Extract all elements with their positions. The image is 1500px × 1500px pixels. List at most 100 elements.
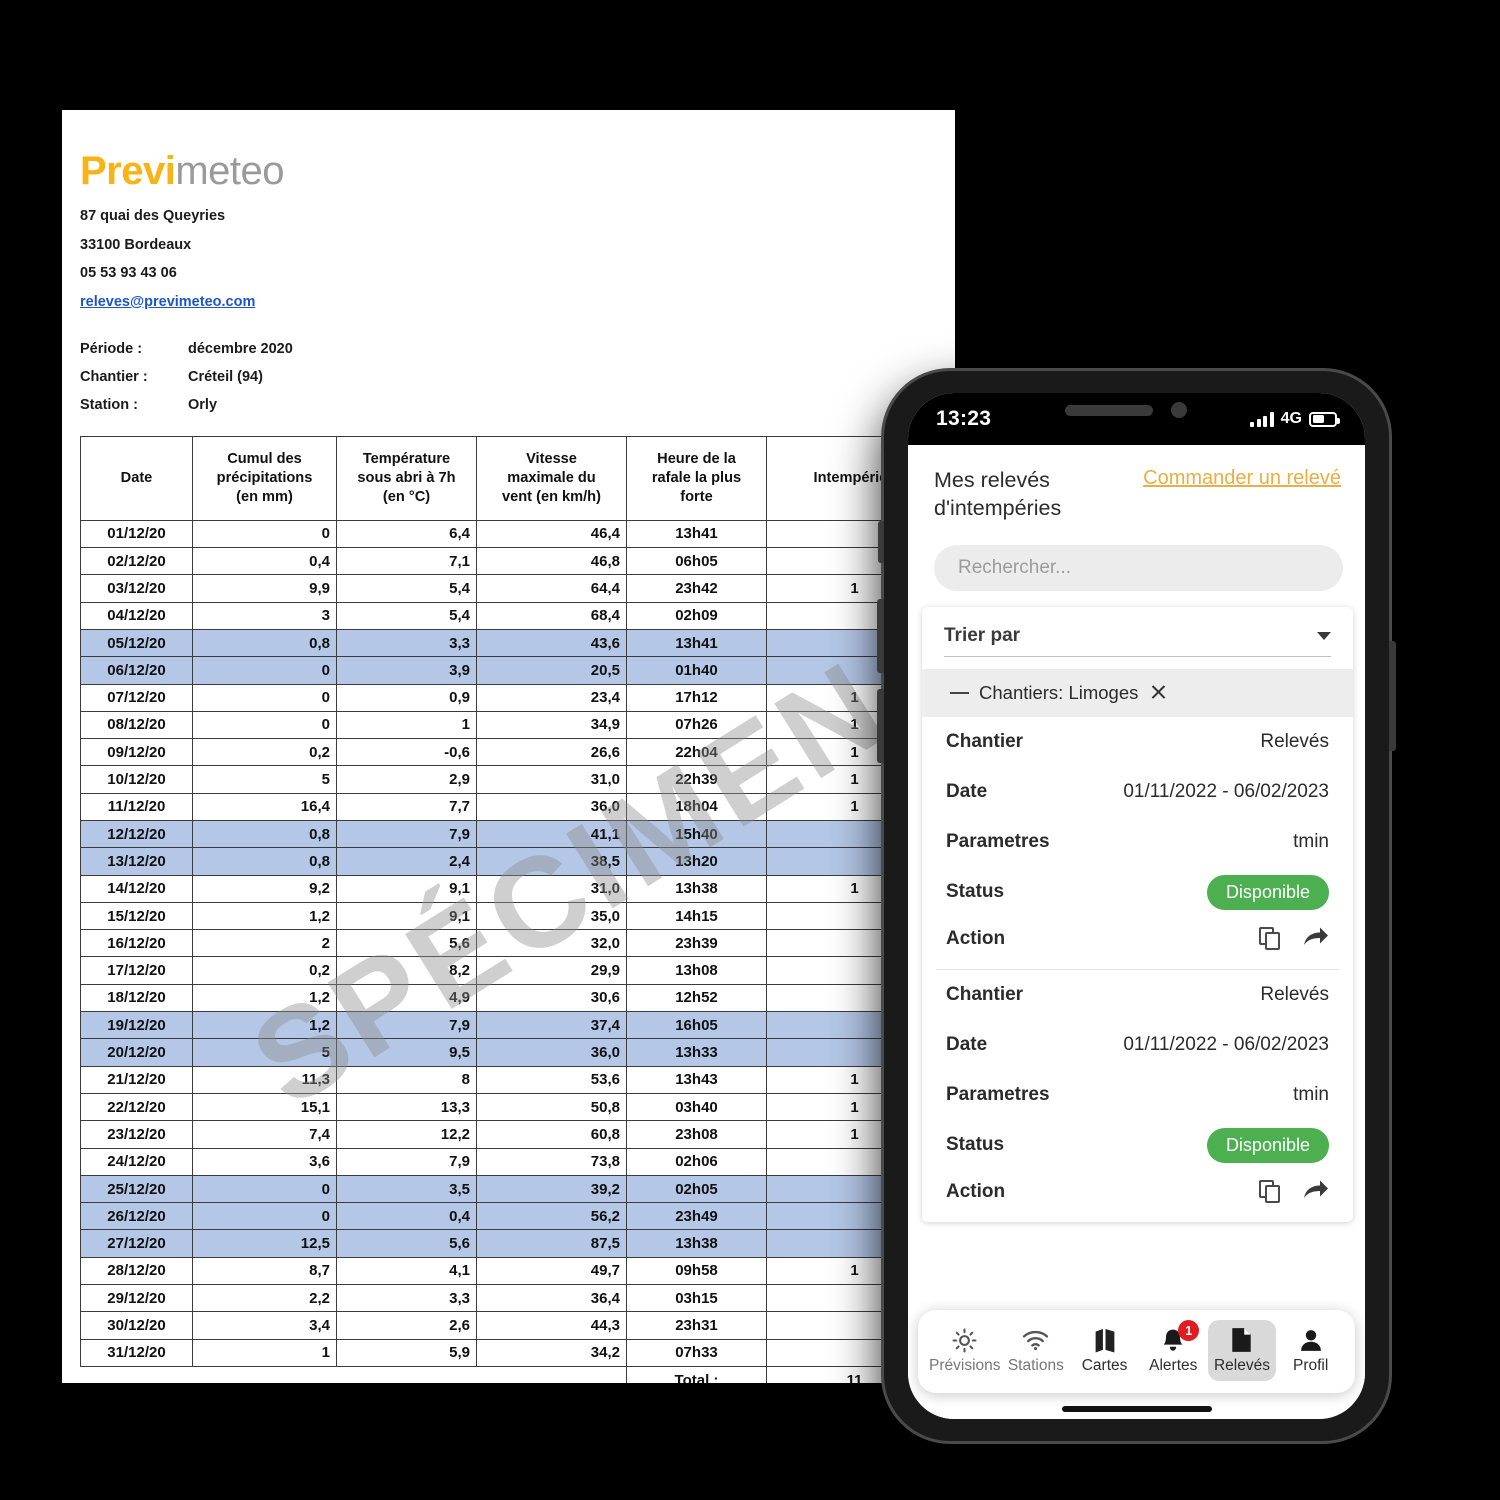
tab-stations[interactable]: Stations (1002, 1320, 1071, 1381)
table-cell-temp: 7,9 (336, 819, 477, 849)
record-params-row: Parametres tmin (922, 817, 1353, 867)
tab-relevs[interactable]: Relevés (1207, 1320, 1277, 1381)
table-cell-date: 30/12/20 (80, 1311, 193, 1340)
table-cell-hour: 13h38 (626, 874, 767, 903)
close-icon[interactable] (1150, 684, 1167, 701)
sort-by-dropdown[interactable]: Trier par (944, 625, 1331, 657)
screenshot-stage: Previmeteo 87 quai des Queyries 33100 Bo… (0, 0, 1500, 1500)
table-cell-precip: 0 (192, 1202, 337, 1231)
table-cell-hour: 03h40 (626, 1092, 767, 1122)
table-row: 08/12/20 0 1 34,9 07h26 1 (80, 710, 943, 740)
table-row: 17/12/20 0,2 8,2 29,9 13h08 (80, 956, 943, 985)
status-badge[interactable]: Disponible (1206, 874, 1329, 910)
table-cell-temp: 2,4 (336, 847, 477, 876)
table-cell-wind: 32,0 (476, 929, 627, 958)
table-cell-date: 27/12/20 (80, 1229, 193, 1258)
tab-cartes[interactable]: Cartes (1070, 1320, 1139, 1381)
table-row: 02/12/20 0,4 7,1 46,8 06h05 (80, 547, 943, 576)
table-cell-wind: 30,6 (476, 983, 627, 1013)
table-cell-date: 04/12/20 (80, 601, 193, 630)
table-cell-temp: 8 (336, 1065, 477, 1094)
copy-icon[interactable] (1259, 927, 1281, 951)
volume-down-button[interactable] (877, 689, 884, 763)
company-address-block: 87 quai des Queyries 33100 Bordeaux 05 5… (80, 202, 955, 316)
table-cell-date: 11/12/20 (80, 792, 193, 822)
table-cell-date: 25/12/20 (80, 1174, 193, 1204)
table-cell-precip: 7,4 (192, 1120, 337, 1149)
table-cell-wind: 46,4 (476, 519, 627, 549)
table-cell-precip: 0,4 (192, 547, 337, 576)
meta-key-chantier: Chantier : (80, 369, 148, 386)
active-filter-chip[interactable]: Chantiers: Limoges (922, 668, 1353, 717)
table-row: 24/12/20 3,6 7,9 73,8 02h06 (80, 1147, 943, 1176)
total-spacer (477, 1366, 627, 1383)
table-header: Date Cumul des précipitations (en mm) Tempér… (80, 435, 943, 521)
minus-icon (950, 691, 969, 695)
tab-prvisions[interactable]: Prévisions (928, 1320, 1002, 1381)
table-row: 31/12/20 1 5,9 34,2 07h33 (80, 1338, 943, 1367)
search-placeholder: Rechercher... (958, 556, 1071, 578)
page-title: Mes relevés d'intempéries (934, 468, 1062, 520)
table-cell-hour: 02h06 (626, 1147, 767, 1176)
tab-label: Relevés (1213, 1357, 1270, 1374)
order-report-link[interactable]: Commander un relevé (1143, 467, 1341, 490)
table-cell-date: 31/12/20 (80, 1338, 193, 1367)
table-cell-wind: 53,6 (476, 1065, 627, 1094)
table-cell-hour: 13h08 (626, 956, 767, 985)
power-button[interactable] (1389, 641, 1396, 751)
email-link[interactable]: releves@previmeteo.com (80, 294, 255, 310)
table-cell-date: 09/12/20 (80, 738, 193, 767)
table-row: 10/12/20 5 2,9 31,0 22h39 1 (80, 765, 943, 794)
copy-icon[interactable] (1259, 1180, 1281, 1204)
table-cell-date: 16/12/20 (80, 929, 193, 958)
share-icon[interactable] (1303, 1179, 1329, 1206)
record-chantier-row: Chantier Relevés (922, 717, 1353, 767)
status-badge[interactable]: Disponible (1206, 1127, 1329, 1163)
record-date-label: Date (946, 780, 988, 802)
sort-by-label: Trier par (944, 624, 1021, 646)
table-row: 29/12/20 2,2 3,3 36,4 03h15 (80, 1284, 943, 1313)
filter-chip-label: Chantiers: Limoges (979, 681, 1139, 703)
table-row: 19/12/20 1,2 7,9 37,4 16h05 (80, 1011, 943, 1040)
table-cell-hour: 15h40 (626, 819, 767, 849)
table-row: 18/12/20 1,2 4,9 30,6 12h52 (80, 983, 943, 1013)
table-row: 13/12/20 0,8 2,4 38,5 13h20 (80, 847, 943, 876)
table-cell-temp: 0,9 (336, 683, 477, 712)
tab-profil[interactable]: Profil (1276, 1320, 1345, 1381)
record-item[interactable]: Chantier Relevés Date 01/11/2022 - 06/02/20… (922, 717, 1353, 969)
table-row: 22/12/20 15,1 13,3 50,8 03h40 1 (80, 1092, 943, 1122)
table-cell-precip: 0 (192, 683, 337, 712)
table-cell-precip: 11,3 (192, 1065, 337, 1094)
table-cell-date: 03/12/20 (80, 574, 193, 603)
table-cell-precip: 0,2 (192, 956, 337, 985)
record-params-label: Parametres (946, 1083, 1050, 1105)
table-cell-hour: 13h33 (626, 1038, 767, 1067)
record-chantier-value: Relevés (1260, 983, 1329, 1005)
meta-value-station: Orly (188, 396, 218, 413)
table-cell-precip: 12,5 (192, 1229, 337, 1258)
table-body: 01/12/20 0 6,4 46,4 13h41 02/12/20 0,4 7,1 46,8 0… (80, 519, 943, 1383)
table-cell-hour: 16h05 (626, 1011, 767, 1040)
table-cell-temp: 7,1 (336, 547, 477, 576)
record-chantier-value: Relevés (1260, 730, 1329, 752)
record-params-label: Parametres (946, 830, 1050, 852)
table-cell-temp: 3,5 (336, 1174, 477, 1204)
search-input[interactable]: Rechercher... (934, 544, 1343, 591)
table-row: 03/12/20 9,9 5,4 64,4 23h42 1 (80, 574, 943, 603)
table-cell-temp: 0,4 (336, 1202, 477, 1231)
table-cell-date: 18/12/20 (80, 983, 193, 1013)
table-cell-hour: 22h39 (626, 765, 767, 794)
table-cell-wind: 37,4 (476, 1011, 627, 1040)
volume-up-button[interactable] (877, 599, 884, 673)
table-row: 11/12/20 16,4 7,7 36,0 18h04 1 (80, 792, 943, 822)
share-icon[interactable] (1303, 926, 1329, 953)
weather-data-table-wrapper: Date Cumul des précipitations (en mm) Tempér… (80, 435, 955, 1383)
table-cell-precip: 16,4 (192, 792, 337, 822)
table-cell-temp: 5,4 (336, 574, 477, 603)
record-date-value: 01/11/2022 - 06/02/2023 (1123, 1033, 1329, 1055)
table-cell-precip: 3 (192, 601, 337, 630)
chevron-down-icon (1317, 631, 1331, 640)
record-item[interactable]: Chantier Relevés Date 01/11/2022 - 06/02/20… (922, 968, 1353, 1222)
record-status-label: Status (946, 1134, 1005, 1156)
tab-alertes[interactable]: 1 Alertes (1139, 1320, 1208, 1381)
